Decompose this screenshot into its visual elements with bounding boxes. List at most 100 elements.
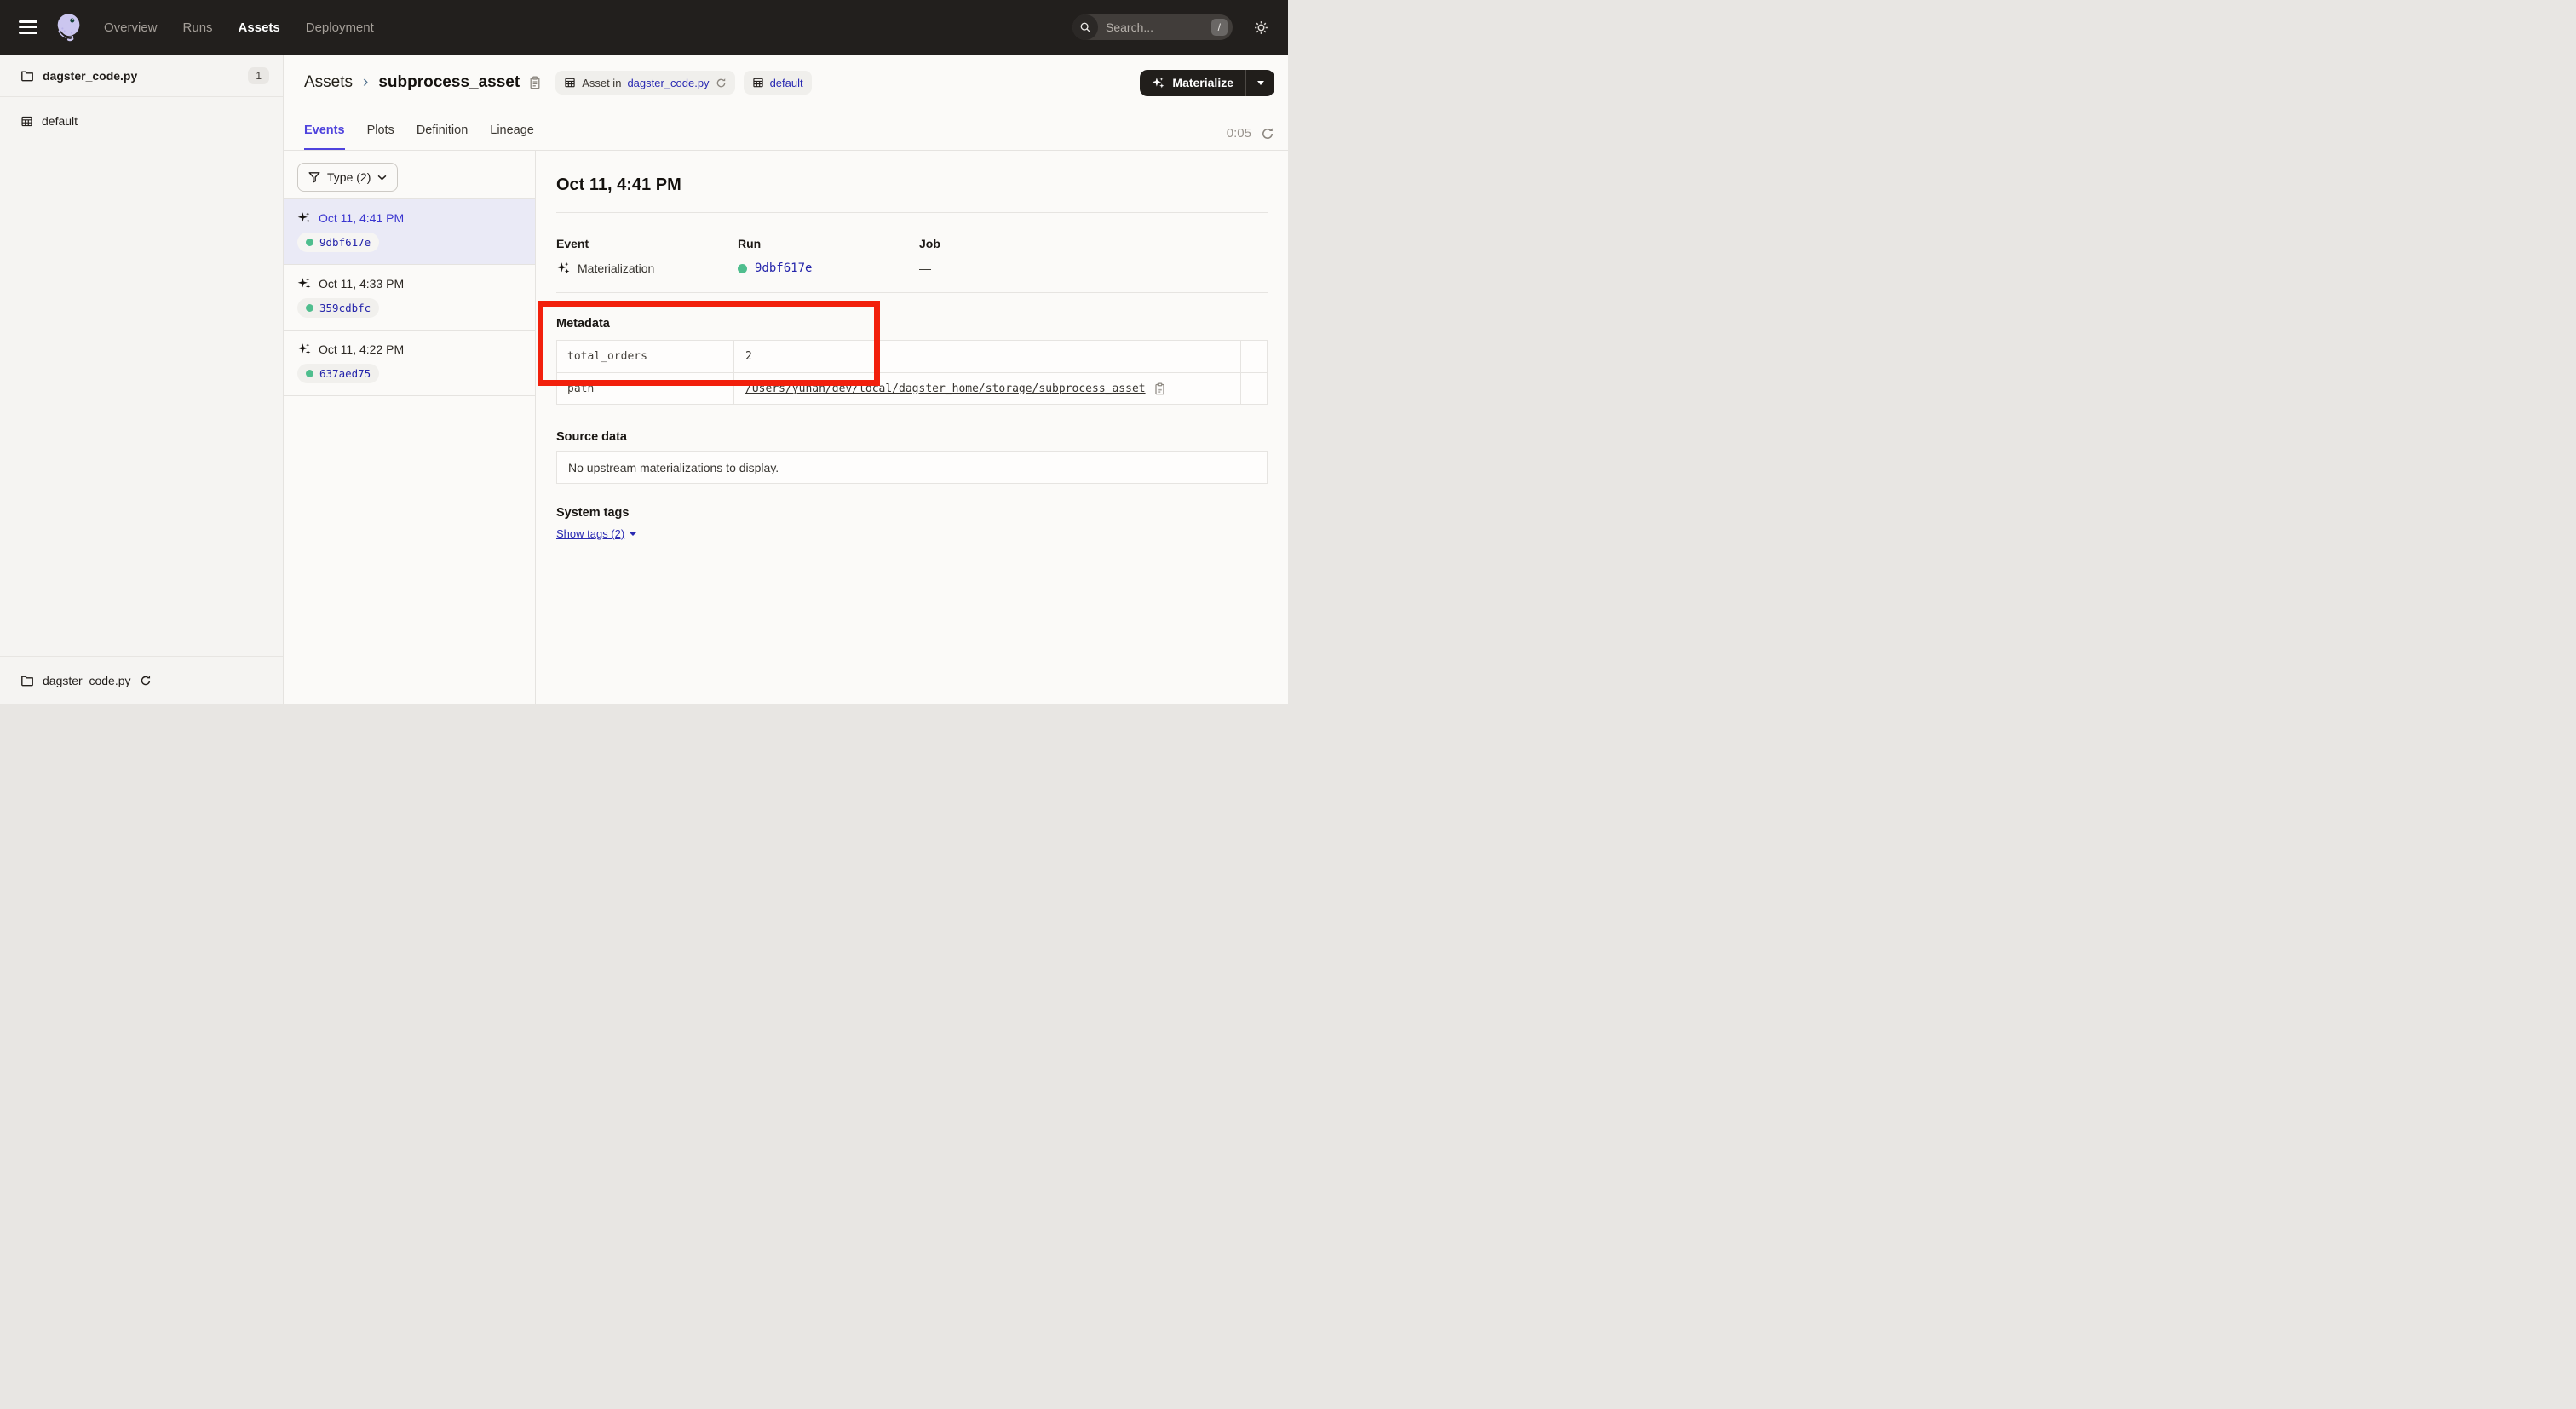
- event-info-grid: Event Materialization Run: [556, 237, 1268, 277]
- dagster-logo[interactable]: [53, 11, 85, 43]
- run-status-dot: [306, 304, 313, 312]
- event-column: Event Materialization: [556, 237, 738, 277]
- divider: [556, 212, 1268, 213]
- chip-prefix: Asset in: [582, 77, 621, 89]
- chevron-down-icon: [1257, 81, 1264, 85]
- gear-icon[interactable]: [1253, 20, 1269, 36]
- run-id-link[interactable]: 9dbf617e: [319, 236, 371, 249]
- materialization-icon: [556, 262, 570, 275]
- funnel-icon: [308, 171, 320, 183]
- run-chip[interactable]: 359cdbfc: [297, 298, 379, 318]
- event-list-item[interactable]: Oct 11, 4:22 PM 637aed75: [284, 331, 535, 396]
- sidebar-item-default[interactable]: default: [0, 104, 283, 138]
- main-panel: Assets › subprocess_asset Asset in dagst…: [284, 55, 1288, 704]
- sparkle-icon: [1152, 77, 1164, 89]
- asset-group-icon: [20, 115, 33, 128]
- run-status-dot: [738, 264, 747, 273]
- breadcrumb-separator: ›: [361, 73, 370, 92]
- event-timestamp: Oct 11, 4:33 PM: [319, 277, 404, 290]
- filter-bar: Type (2): [284, 151, 535, 199]
- sidebar-item-label: default: [42, 114, 78, 128]
- refresh-timer: 0:05: [1227, 126, 1274, 150]
- asset-count-badge: 1: [248, 67, 269, 84]
- search-input[interactable]: Search... /: [1072, 14, 1233, 40]
- chevron-down-icon: [630, 532, 636, 536]
- menu-icon[interactable]: [19, 20, 37, 34]
- tab-plots[interactable]: Plots: [367, 124, 394, 150]
- table-row: total_orders 2: [557, 341, 1267, 372]
- metadata-value: 2: [745, 350, 752, 363]
- metadata-key: total_orders: [557, 341, 734, 372]
- tab-definition[interactable]: Definition: [417, 124, 468, 150]
- refresh-icon[interactable]: [1261, 127, 1274, 141]
- materialization-icon: [297, 342, 311, 356]
- nav-link-deployment[interactable]: Deployment: [306, 20, 374, 35]
- materialization-icon: [297, 277, 311, 290]
- show-tags-label: Show tags (2): [556, 527, 624, 540]
- table-row: path /Users/yuhan/dev/local/dagster_home…: [557, 372, 1267, 404]
- sidebar: dagster_code.py 1 default dagster_code.p…: [0, 55, 284, 704]
- event-detail-panel: Oct 11, 4:41 PM Event Materialization: [536, 151, 1288, 704]
- source-data-heading: Source data: [556, 430, 1268, 445]
- run-chip[interactable]: 637aed75: [297, 364, 379, 383]
- run-status-dot: [306, 370, 313, 377]
- run-label: Run: [738, 237, 919, 251]
- type-filter-button[interactable]: Type (2): [297, 163, 398, 192]
- sidebar-footer-code-location[interactable]: dagster_code.py: [0, 656, 283, 704]
- asset-location-chip[interactable]: Asset in dagster_code.py: [555, 71, 734, 95]
- materialize-split-button: Materialize: [1140, 70, 1274, 96]
- event-list-item[interactable]: Oct 11, 4:33 PM 359cdbfc: [284, 265, 535, 331]
- metadata-key: path: [557, 373, 734, 404]
- materialize-button[interactable]: Materialize: [1140, 70, 1245, 96]
- metadata-heading: Metadata: [556, 317, 1268, 331]
- reload-icon[interactable]: [140, 675, 152, 687]
- run-id-link[interactable]: 359cdbfc: [319, 302, 371, 314]
- nav-right: Search... /: [1072, 14, 1269, 40]
- event-type-value: Materialization: [578, 262, 654, 275]
- event-detail-title: Oct 11, 4:41 PM: [556, 175, 1268, 195]
- asset-group-link[interactable]: default: [770, 77, 803, 89]
- tab-lineage[interactable]: Lineage: [490, 124, 534, 150]
- copy-path-icon[interactable]: [1153, 382, 1166, 395]
- chevron-down-icon: [377, 175, 387, 181]
- sidebar-footer-label: dagster_code.py: [43, 674, 131, 687]
- run-id-link[interactable]: 637aed75: [319, 367, 371, 380]
- event-timestamp: Oct 11, 4:22 PM: [319, 342, 404, 356]
- metadata-table: total_orders 2 path /Users/yuhan/dev/loc…: [556, 340, 1268, 405]
- event-list-item[interactable]: Oct 11, 4:41 PM 9dbf617e: [284, 199, 535, 265]
- code-location-link[interactable]: dagster_code.py: [627, 77, 709, 89]
- filter-label: Type (2): [327, 170, 371, 184]
- copy-asset-name-icon[interactable]: [528, 76, 542, 89]
- primary-nav: Overview Runs Assets Deployment: [104, 20, 374, 35]
- job-label: Job: [919, 237, 1268, 251]
- search-shortcut-badge: /: [1211, 19, 1228, 36]
- source-data-empty-box: No upstream materializations to display.: [556, 451, 1268, 484]
- breadcrumb-assets-link[interactable]: Assets: [304, 73, 353, 92]
- sidebar-group-label: dagster_code.py: [43, 69, 137, 83]
- nav-link-assets[interactable]: Assets: [239, 20, 280, 35]
- materialization-icon: [297, 211, 311, 225]
- run-column: Run 9dbf617e: [738, 237, 919, 277]
- search-icon: [1072, 14, 1098, 40]
- path-link[interactable]: /Users/yuhan/dev/local/dagster_home/stor…: [745, 382, 1146, 395]
- job-column: Job —: [919, 237, 1268, 277]
- nav-link-overview[interactable]: Overview: [104, 20, 158, 35]
- sidebar-item-dagster-code[interactable]: dagster_code.py 1: [0, 55, 283, 97]
- event-label: Event: [556, 237, 738, 251]
- materialize-label: Materialize: [1172, 76, 1233, 89]
- top-nav: Overview Runs Assets Deployment Search..…: [0, 0, 1288, 55]
- tab-events[interactable]: Events: [304, 124, 345, 150]
- asset-tabs: Events Plots Definition Lineage: [304, 124, 534, 150]
- run-chip[interactable]: 9dbf617e: [297, 233, 379, 252]
- asset-group-chip[interactable]: default: [744, 71, 812, 95]
- grid-icon: [564, 77, 576, 89]
- show-tags-toggle[interactable]: Show tags (2): [556, 527, 636, 540]
- nav-link-runs[interactable]: Runs: [183, 20, 213, 35]
- job-value: —: [919, 262, 931, 275]
- materialize-dropdown-button[interactable]: [1245, 70, 1274, 96]
- system-tags-heading: System tags: [556, 506, 1268, 520]
- reload-icon[interactable]: [716, 78, 727, 89]
- source-data-empty-message: No upstream materializations to display.: [568, 461, 779, 474]
- run-id-link[interactable]: 9dbf617e: [755, 262, 812, 275]
- app-window: Overview Runs Assets Deployment Search..…: [0, 0, 1288, 704]
